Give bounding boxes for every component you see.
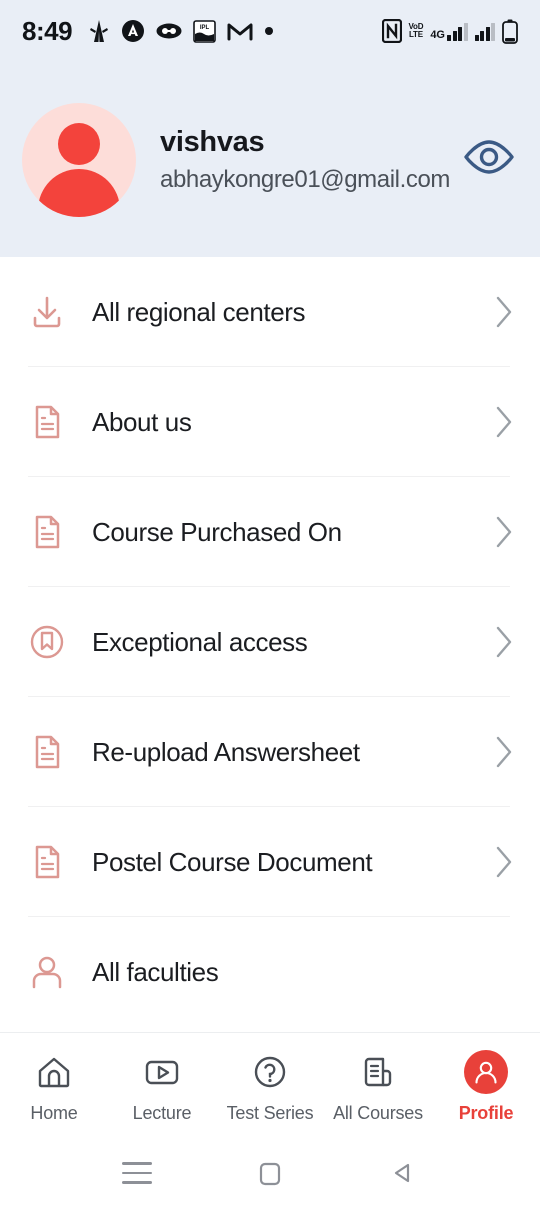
profile-menu-list: All regional centers About us Course Pur… — [0, 257, 540, 1032]
menu-item-re-upload-answersheet[interactable]: Re-upload Answersheet — [0, 697, 540, 807]
document-icon — [24, 402, 70, 442]
signal-4g-icon: 4G — [430, 22, 468, 41]
back-triangle-icon[interactable] — [373, 1150, 433, 1196]
download-icon — [24, 292, 70, 332]
menu-item-label: Course Purchased On — [92, 516, 342, 547]
home-square-icon[interactable] — [240, 1150, 300, 1196]
menu-item-postel-course-document[interactable]: Postel Course Document — [0, 807, 540, 917]
status-bar-system-icons: VoD LTE 4G — [381, 19, 519, 44]
volte-icon: VoD LTE — [408, 21, 424, 39]
app-root: 8:49 IPL VoD LTE 4G vishvas abhaykongre0… — [0, 0, 540, 1206]
menu-item-label: Re-upload Answersheet — [92, 736, 360, 767]
chevron-right-icon — [494, 625, 514, 659]
document-icon — [24, 732, 70, 772]
menu-item-label: Exceptional access — [92, 626, 308, 657]
profile-header: vishvas abhaykongre01@gmail.com — [0, 62, 540, 257]
question-circle-icon — [249, 1050, 291, 1094]
nav-tab-label: Home — [30, 1102, 78, 1123]
ipl-cricket-icon: IPL — [193, 19, 216, 43]
recents-bars — [121, 1162, 152, 1184]
menu-item-exceptional-access[interactable]: Exceptional access — [0, 587, 540, 697]
person-notification-icon — [88, 19, 110, 43]
chevron-right-icon — [494, 295, 514, 329]
nav-tab-label: Profile — [458, 1102, 514, 1123]
profile-avatar-icon — [464, 1049, 508, 1094]
nav-tab-label: Test Series — [226, 1102, 314, 1123]
video-play-icon — [140, 1050, 184, 1094]
nav-tab-label: All Courses — [333, 1102, 423, 1123]
signal-icon — [474, 22, 495, 41]
status-bar-notification-icons: IPL — [88, 19, 274, 43]
dot-icon — [264, 26, 274, 36]
user-avatar-icon — [22, 102, 136, 217]
status-bar: 8:49 IPL VoD LTE 4G — [0, 0, 540, 62]
menu-item-course-purchased-on[interactable]: Course Purchased On — [0, 477, 540, 587]
nfc-icon — [381, 19, 402, 43]
menu-item-label: About us — [92, 406, 192, 437]
circle-a-icon — [121, 19, 145, 43]
menu-item-label: All regional centers — [92, 296, 306, 327]
nav-tab-home[interactable]: Home — [0, 1050, 108, 1124]
scroll-document-icon — [356, 1050, 400, 1094]
menu-item-label: Postel Course Document — [92, 846, 373, 877]
chevron-right-icon — [494, 735, 514, 769]
battery-icon — [502, 19, 518, 44]
eye-icon[interactable] — [462, 138, 516, 181]
chevron-right-icon — [494, 405, 514, 439]
profile-avatar-circle — [464, 1049, 508, 1094]
chevron-right-icon — [494, 845, 514, 879]
gmail-icon — [227, 21, 253, 41]
menu-item-about-us[interactable]: About us — [0, 367, 540, 477]
nav-tab-label: Lecture — [132, 1102, 192, 1123]
user-email: abhaykongre01@gmail.com — [160, 165, 450, 193]
recents-menu-icon[interactable] — [107, 1150, 167, 1196]
status-bar-clock: 8:49 — [22, 15, 73, 46]
nav-tab-profile[interactable]: Profile — [432, 1049, 540, 1124]
nav-tab-test-series[interactable]: Test Series — [216, 1050, 324, 1124]
document-icon — [24, 512, 70, 552]
menu-item-label: All faculties — [92, 956, 219, 987]
avatar-head — [58, 122, 100, 165]
bottom-navigation-bar: Home Lecture Test Series All Courses Pro… — [0, 1032, 540, 1140]
svg-text:IPL: IPL — [200, 25, 210, 31]
user-name: vishvas — [160, 125, 265, 158]
oval-glasses-icon — [156, 22, 182, 40]
document-icon — [24, 842, 70, 882]
avatar-body — [38, 168, 120, 217]
nav-tab-lecture[interactable]: Lecture — [108, 1050, 216, 1124]
user-info: vishvas abhaykongre01@gmail.com — [160, 126, 456, 194]
person-icon — [24, 952, 70, 992]
android-system-nav — [0, 1140, 540, 1206]
badge-bookmark-icon — [24, 622, 70, 662]
chevron-right-icon — [494, 515, 514, 549]
nav-tab-all-courses[interactable]: All Courses — [324, 1050, 432, 1124]
home-icon — [33, 1050, 75, 1094]
menu-item-all-regional-centers[interactable]: All regional centers — [0, 257, 540, 367]
menu-item-all-faculties[interactable]: All faculties — [0, 917, 540, 1027]
